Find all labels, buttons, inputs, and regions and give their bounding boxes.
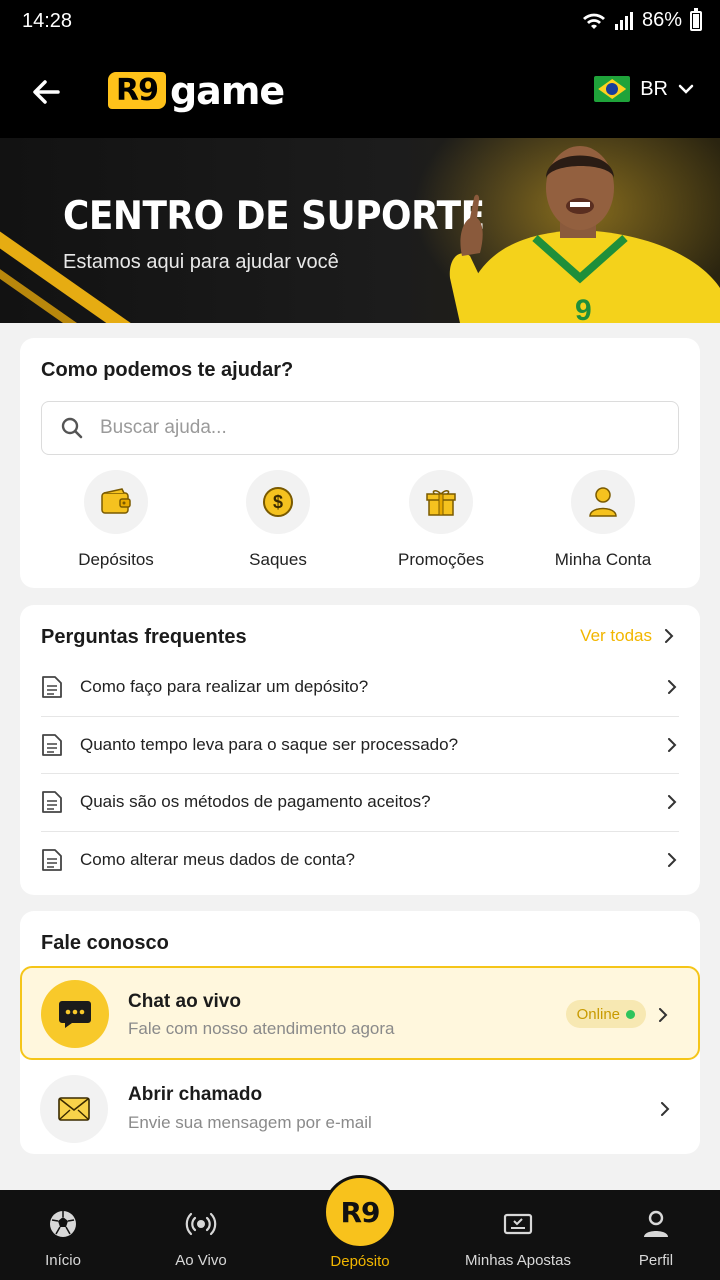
category-depositos[interactable]: Depósitos — [36, 470, 196, 570]
category-label: Depósitos — [78, 550, 154, 569]
faq-item[interactable]: Quais são os métodos de pagamento aceito… — [41, 774, 679, 832]
deposit-logo-mark: R9 — [340, 1195, 380, 1229]
see-all-label: Ver todas — [580, 626, 652, 645]
deposit-button[interactable]: R9 — [323, 1175, 397, 1249]
nav-label: Perfil — [638, 1252, 674, 1269]
status-right: 86% — [582, 7, 702, 32]
live-chat-option[interactable]: Chat ao vivo Fale com nosso atendimento … — [20, 966, 700, 1060]
nav-label: Minhas Apostas — [465, 1252, 571, 1269]
category-promocoes[interactable]: Promoções — [361, 470, 521, 570]
category-label: Promoções — [398, 550, 484, 569]
app-logo: R9 game — [108, 68, 285, 113]
faq-question: Como faço para realizar um depósito? — [80, 677, 369, 697]
document-icon — [42, 733, 62, 756]
status-bar: 14:28 86% — [0, 0, 720, 44]
faq-item[interactable]: Como faço para realizar um depósito? — [41, 659, 679, 717]
envelope-icon — [58, 1097, 90, 1121]
wifi-icon — [582, 13, 605, 29]
chevron-right-icon — [668, 853, 677, 868]
document-icon — [42, 676, 62, 699]
faq-question: Como alterar meus dados de conta? — [80, 850, 355, 870]
language-selector[interactable]: BR — [594, 76, 694, 102]
nav-perfil[interactable]: Perfil — [586, 1190, 720, 1280]
category-icon-wrap — [571, 470, 635, 534]
battery-icon — [690, 7, 702, 31]
document-icon — [42, 791, 62, 814]
see-all-link[interactable]: Ver todas — [580, 626, 676, 646]
app-header: R9 game BR — [0, 44, 720, 138]
category-icon-wrap — [84, 470, 148, 534]
ticket-title: Abrir chamado — [128, 1084, 263, 1105]
live-chat-title: Chat ao vivo — [128, 991, 241, 1012]
chevron-right-icon — [665, 629, 674, 643]
nav-ao-vivo[interactable]: Ao Vivo — [131, 1190, 271, 1280]
mail-icon-wrap — [40, 1075, 108, 1143]
hero-title: CENTRO DE SUPORTE — [63, 194, 485, 239]
faq-question: Quanto tempo leva para o saque ser proce… — [80, 734, 459, 754]
chevron-right-icon — [668, 795, 677, 810]
back-arrow-icon[interactable] — [28, 74, 64, 110]
player-illustration: 9 — [449, 146, 720, 323]
search-input[interactable] — [100, 412, 660, 444]
logo-mark: R9 — [108, 72, 166, 109]
faq-item[interactable]: Como alterar meus dados de conta? — [41, 832, 679, 890]
soccer-ball-icon — [50, 1211, 76, 1237]
ticket-icon — [503, 1213, 533, 1235]
search-icon — [61, 417, 83, 439]
help-categories: Depósitos $ Saques Promoções Minha Conta — [20, 470, 700, 570]
language-code: BR — [640, 77, 668, 100]
category-label: Minha Conta — [554, 550, 652, 569]
category-icon-wrap: $ — [246, 470, 310, 534]
online-label: Online — [576, 1005, 620, 1023]
faq-question: Quais são os métodos de pagamento aceito… — [80, 792, 431, 812]
chat-icon-wrap — [41, 980, 109, 1048]
nav-label: Ao Vivo — [175, 1252, 227, 1269]
nav-inicio[interactable]: Início — [0, 1190, 133, 1280]
help-title: Como podemos te ajudar? — [41, 359, 294, 381]
hero-banner: CENTRO DE SUPORTE Estamos aqui para ajud… — [0, 138, 720, 323]
chevron-down-icon — [678, 84, 694, 94]
brazil-flag-icon — [594, 76, 631, 102]
battery-percent: 86% — [641, 9, 682, 31]
bottom-nav: Início Ao Vivo R9 Depósito Minhas Aposta… — [0, 1175, 720, 1280]
nav-label-deposito[interactable]: Depósito — [300, 1253, 420, 1270]
ticket-subtitle: Envie sua mensagem por e-mail — [128, 1113, 372, 1132]
faq-list: Como faço para realizar um depósito? Qua… — [41, 659, 679, 889]
dollar-coin-icon: $ — [263, 487, 293, 517]
search-box[interactable] — [41, 401, 679, 455]
chat-bubble-icon — [59, 1001, 91, 1028]
document-icon — [42, 849, 62, 872]
svg-text:$: $ — [273, 492, 283, 512]
category-icon-wrap — [409, 470, 473, 534]
faq-item[interactable]: Quanto tempo leva para o saque ser proce… — [41, 717, 679, 774]
live-broadcast-icon — [185, 1212, 217, 1236]
hero-subtitle: Estamos aqui para ajudar você — [63, 251, 339, 273]
logo-text: game — [169, 68, 285, 113]
contact-title: Fale conosco — [41, 932, 169, 954]
live-chat-subtitle: Fale com nosso atendimento agora — [128, 1019, 395, 1038]
jersey-number: 9 — [575, 294, 592, 323]
chevron-right-icon — [668, 737, 677, 752]
open-ticket-option[interactable]: Abrir chamado Envie sua mensagem por e-m… — [20, 1062, 700, 1156]
chevron-right-icon — [659, 1008, 668, 1022]
faq-card: Perguntas frequentes Ver todas Como faço… — [20, 605, 700, 895]
profile-icon — [644, 1210, 668, 1237]
faq-title: Perguntas frequentes — [41, 626, 247, 648]
nav-label: Início — [45, 1252, 81, 1269]
signal-icon — [614, 11, 633, 30]
category-saques[interactable]: $ Saques — [198, 470, 358, 570]
chevron-right-icon — [668, 680, 677, 695]
category-label: Saques — [249, 550, 307, 569]
help-card: Como podemos te ajudar? Depósitos $ Saqu… — [20, 338, 700, 588]
online-badge: Online — [565, 1000, 646, 1028]
chevron-right-icon — [661, 1102, 670, 1116]
user-icon — [589, 487, 617, 517]
online-dot-icon — [626, 1009, 635, 1019]
wallet-icon — [101, 488, 131, 514]
category-minha-conta[interactable]: Minha Conta — [523, 470, 683, 570]
gift-icon — [426, 490, 456, 516]
status-time: 14:28 — [22, 10, 73, 32]
nav-minhas-apostas[interactable]: Minhas Apostas — [448, 1190, 588, 1280]
